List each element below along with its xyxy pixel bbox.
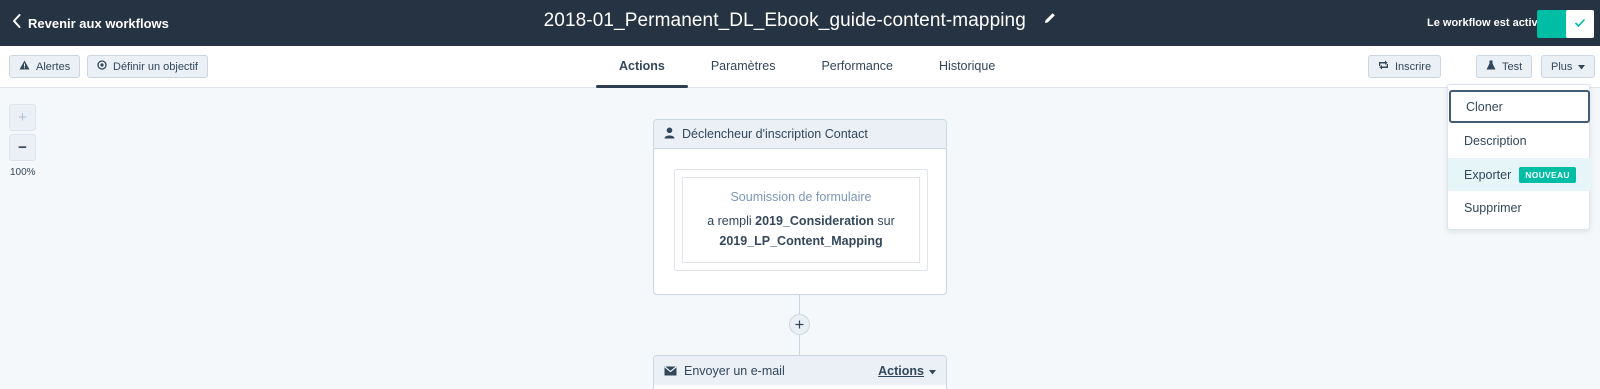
filter-group: Soumission de formulaire a rempli 2019_C… [674, 169, 928, 271]
filter-condition[interactable]: Soumission de formulaire a rempli 2019_C… [682, 177, 920, 263]
tab-parameters[interactable]: Paramètres [688, 46, 799, 88]
workflow-tabs: Actions Paramètres Performance Historiqu… [596, 46, 1018, 88]
form-name: 2019_Consideration [755, 214, 874, 228]
send-email-action-card[interactable]: Envoyer un e-mail Actions [653, 355, 947, 389]
flask-icon [1486, 60, 1496, 73]
workflow-status-label: Le workflow est activé [1427, 17, 1544, 29]
menu-item-clone[interactable]: Cloner [1449, 90, 1590, 123]
test-label: Test [1502, 60, 1523, 73]
connector-line [799, 295, 800, 314]
target-icon [97, 60, 107, 73]
enroll-button[interactable]: Inscrire [1368, 55, 1442, 78]
sub-toolbar: Alertes Définir un objectif Actions Para… [0, 46, 1600, 88]
trigger-card-header: Déclencheur d'inscription Contact [654, 120, 946, 149]
action-card-title: Envoyer un e-mail [684, 363, 785, 378]
page-name: 2019_LP_Content_Mapping [719, 234, 883, 248]
filter-type: Soumission de formulaire [730, 190, 872, 204]
workflow-title: 2018-01_Permanent_DL_Ebook_guide-content… [543, 10, 1026, 31]
menu-item-description[interactable]: Description [1448, 124, 1591, 157]
new-badge: NOUVEAU [1519, 166, 1576, 183]
zoom-out-button[interactable]: − [9, 134, 36, 161]
toggle-track[interactable] [1537, 10, 1567, 38]
plus-icon [795, 316, 804, 334]
filter-mid: sur [877, 214, 895, 228]
email-icon [664, 365, 677, 376]
minus-icon: − [18, 139, 27, 156]
menu-item-label: Supprimer [1464, 200, 1522, 215]
zoom-in-button[interactable]: + [9, 104, 36, 131]
menu-item-delete[interactable]: Supprimer [1448, 191, 1591, 224]
action-card-actions-menu[interactable]: Actions [878, 364, 936, 378]
set-goal-label: Définir un objectif [113, 60, 198, 73]
filter-description: a rempli 2019_Consideration sur 2019_LP_… [683, 211, 919, 251]
trigger-card-title: Déclencheur d'inscription Contact [682, 127, 868, 141]
enrollment-trigger-card[interactable]: Déclencheur d'inscription Contact Soumis… [653, 119, 947, 295]
caret-down-icon [929, 364, 936, 378]
action-card-header: Envoyer un e-mail Actions [654, 356, 946, 385]
connector-line [799, 335, 800, 355]
warning-icon [19, 60, 30, 73]
add-action-button[interactable] [789, 314, 810, 335]
caret-down-icon [1578, 61, 1586, 73]
pencil-icon[interactable] [1044, 11, 1056, 29]
filter-prefix: a rempli [707, 214, 752, 228]
title-wrap: 2018-01_Permanent_DL_Ebook_guide-content… [0, 10, 1600, 32]
menu-item-label: Cloner [1466, 99, 1503, 114]
menu-item-export[interactable]: Exporter NOUVEAU [1448, 158, 1591, 191]
enroll-icon [1378, 60, 1389, 73]
contact-icon [664, 127, 675, 142]
more-dropdown-button[interactable]: Plus [1541, 55, 1596, 78]
tab-history[interactable]: Historique [916, 46, 1018, 88]
more-label: Plus [1551, 60, 1573, 73]
check-icon [1574, 15, 1586, 33]
top-bar: Revenir aux workflows 2018-01_Permanent_… [0, 0, 1600, 46]
more-dropdown-menu: Cloner Description Exporter NOUVEAU Supp… [1447, 84, 1591, 230]
alerts-button[interactable]: Alertes [9, 55, 81, 78]
actions-label: Actions [878, 363, 924, 378]
alerts-label: Alertes [36, 60, 71, 73]
enroll-label: Inscrire [1395, 60, 1432, 73]
plus-icon: + [18, 109, 27, 126]
tab-performance[interactable]: Performance [798, 46, 916, 88]
menu-item-label: Exporter [1464, 167, 1512, 182]
zoom-level: 100% [10, 167, 36, 178]
test-button[interactable]: Test [1476, 55, 1533, 78]
set-goal-button[interactable]: Définir un objectif [87, 55, 208, 78]
menu-item-label: Description [1464, 133, 1527, 148]
workflow-active-toggle[interactable] [1566, 10, 1594, 38]
tab-actions[interactable]: Actions [596, 46, 688, 88]
